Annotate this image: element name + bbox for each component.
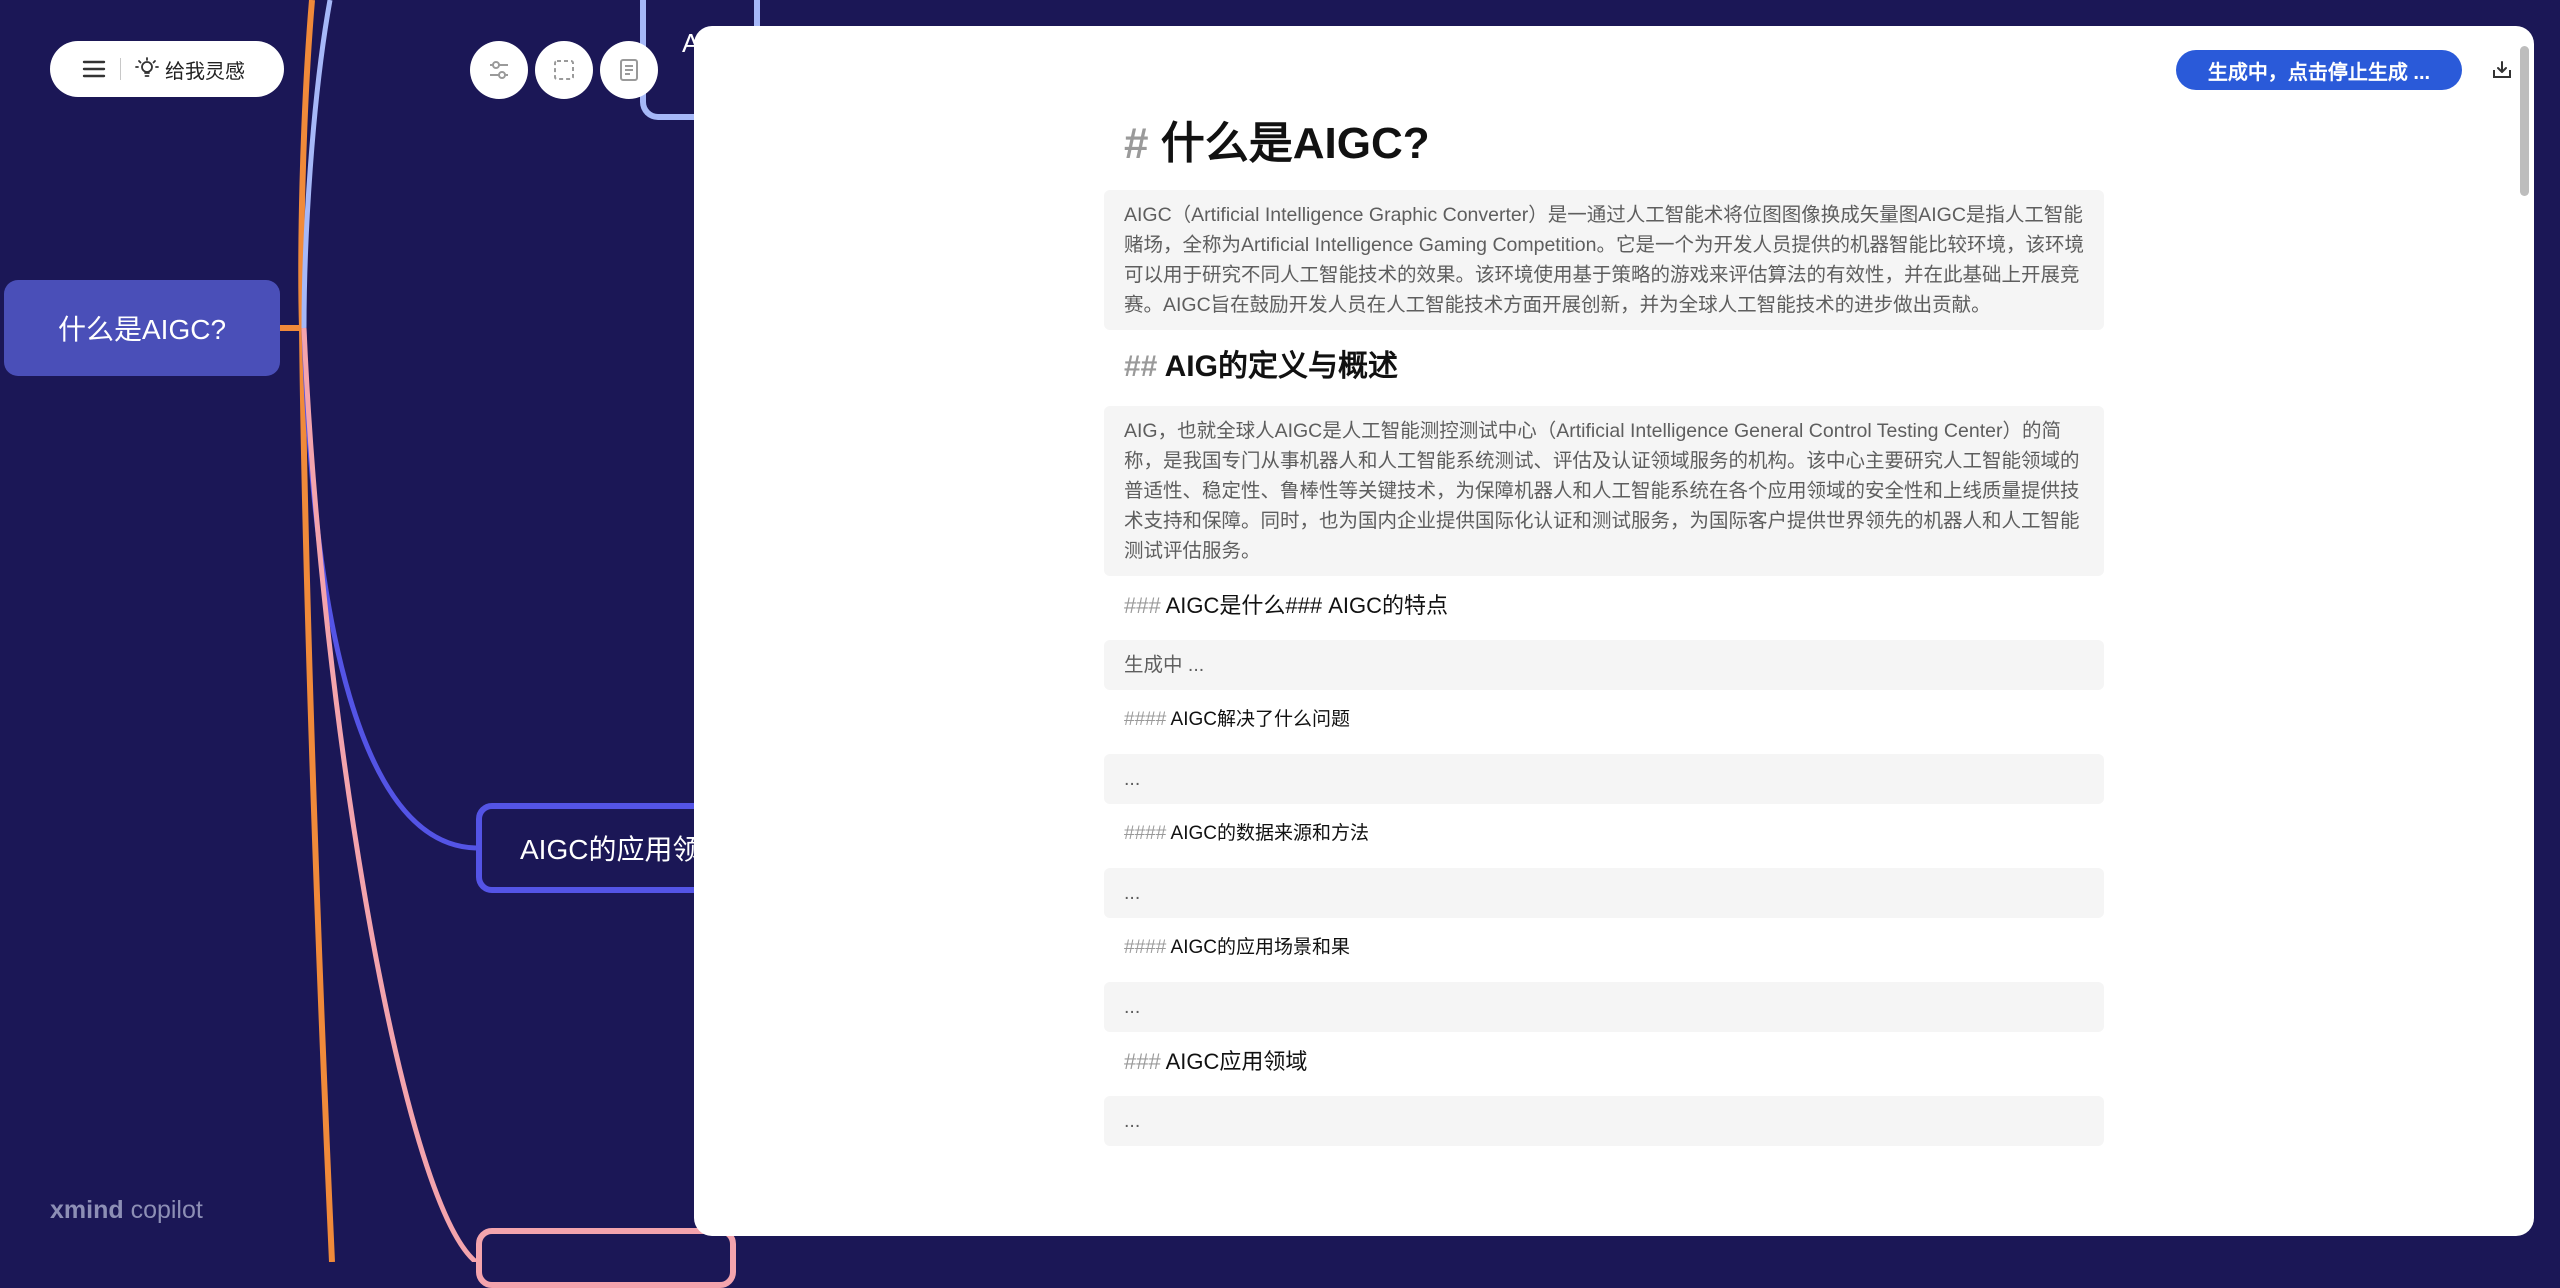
- scrollbar[interactable]: [2520, 46, 2529, 196]
- export-button[interactable]: [2488, 56, 2516, 84]
- doc-paragraph: ...: [1104, 754, 2104, 804]
- document-button[interactable]: [600, 41, 658, 99]
- selection-icon: [551, 57, 577, 83]
- doc-heading-2: ## AIG的定义与概述: [1124, 350, 1398, 383]
- doc-heading-4: #### AIGC的数据来源和方法: [1124, 823, 1369, 844]
- doc-heading-4: #### AIGC解决了什么问题: [1124, 709, 1350, 730]
- lightbulb-icon: [135, 57, 159, 81]
- doc-paragraph: AIG，也就全球人AIGC是人工智能测控测试中心（Artificial Inte…: [1104, 406, 2104, 576]
- inspire-button[interactable]: 给我灵感: [135, 55, 245, 84]
- doc-heading-3: ### AIGC是什么### AIGC的特点: [1124, 593, 1449, 618]
- document-icon: [616, 57, 642, 83]
- doc-heading-4: #### AIGC的应用场景和果: [1124, 937, 1350, 958]
- doc-paragraph: 生成中 ...: [1104, 640, 2104, 690]
- stop-generating-button[interactable]: 生成中，点击停止生成 ...: [2176, 50, 2462, 90]
- main-toolbar: 给我灵感: [50, 41, 284, 97]
- export-icon: [2491, 59, 2513, 81]
- inspire-label: 给我灵感: [165, 60, 245, 83]
- doc-paragraph: AIGC（Artificial Intelligence Graphic Con…: [1104, 190, 2104, 330]
- mindmap-bottom-node[interactable]: [476, 1228, 736, 1288]
- toolbar-divider: [120, 58, 121, 80]
- doc-paragraph: ...: [1104, 1096, 2104, 1146]
- root-node-label: 什么是AIGC?: [57, 314, 227, 345]
- doc-heading-3: ### AIGC应用领域: [1124, 1049, 1308, 1074]
- mindmap-root-node[interactable]: 什么是AIGC?: [4, 280, 280, 376]
- menu-icon[interactable]: [82, 59, 106, 79]
- doc-paragraph: ...: [1104, 868, 2104, 918]
- select-button[interactable]: [535, 41, 593, 99]
- xmind-copilot-logo: xmind copilot: [50, 1196, 203, 1224]
- document-content: # 什么是AIGC? AIGC（Artificial Intelligence …: [1104, 110, 2104, 1146]
- doc-heading-1: # 什么是AIGC?: [1124, 119, 1430, 168]
- doc-paragraph: ...: [1104, 982, 2104, 1032]
- document-panel: 生成中，点击停止生成 ... # 什么是AIGC? AIGC（Artificia…: [694, 26, 2534, 1236]
- settings-button[interactable]: [470, 41, 528, 99]
- sliders-icon: [486, 57, 512, 83]
